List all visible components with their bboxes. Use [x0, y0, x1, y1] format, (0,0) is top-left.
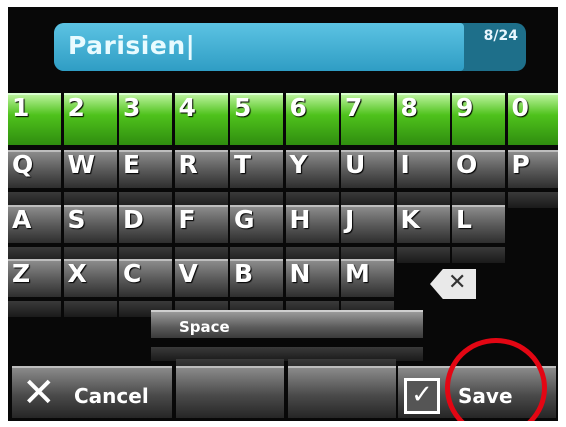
key-q[interactable]: Q [8, 150, 61, 188]
key-k[interactable]: K [396, 205, 450, 243]
key-y[interactable]: Y [285, 150, 339, 188]
key-v[interactable]: V [174, 259, 228, 297]
key-6[interactable]: 6 [285, 93, 339, 145]
key-i[interactable]: I [396, 150, 450, 188]
key-label: 1 [12, 93, 30, 122]
key-label: J [345, 205, 355, 234]
key-label: 7 [345, 93, 363, 122]
key-label: 5 [234, 93, 252, 122]
cancel-label: Cancel [74, 384, 149, 408]
checkbox-icon: ✓ [404, 378, 440, 414]
key-label: W [67, 150, 96, 179]
key-7[interactable]: 7 [341, 93, 394, 145]
key-5[interactable]: 5 [230, 93, 283, 145]
key-shade [8, 301, 61, 317]
key-label: Z [12, 259, 31, 288]
key-label: P [511, 150, 530, 179]
key-label: V [178, 259, 198, 288]
key-j[interactable]: J [341, 205, 394, 243]
save-highlight-circle [445, 338, 547, 421]
key-0[interactable]: 0 [507, 93, 558, 145]
key-label: 3 [123, 93, 141, 122]
key-label: 0 [511, 93, 529, 122]
key-u[interactable]: U [341, 150, 394, 188]
key-shade [507, 192, 558, 208]
backspace-button[interactable]: ✕ [398, 269, 508, 299]
key-label: X [67, 259, 87, 288]
backspace-icon: ✕ [430, 269, 476, 299]
key-label: S [67, 205, 86, 234]
key-label: D [123, 205, 144, 234]
key-label: N [289, 259, 311, 288]
key-label: Y [289, 150, 308, 179]
key-b[interactable]: B [230, 259, 283, 297]
key-m[interactable]: M [341, 259, 394, 297]
key-label: O [456, 150, 478, 179]
key-shade [63, 301, 117, 317]
key-2[interactable]: 2 [63, 93, 117, 145]
key-label: Q [12, 150, 34, 179]
key-shade [396, 247, 450, 263]
key-label: K [400, 205, 420, 234]
key-label: R [178, 150, 198, 179]
key-l[interactable]: L [452, 205, 505, 243]
space-label: Space [179, 318, 230, 336]
key-n[interactable]: N [285, 259, 339, 297]
close-icon: ✕ [22, 370, 56, 416]
key-label: G [234, 205, 255, 234]
key-label: C [123, 259, 142, 288]
key-e[interactable]: E [119, 150, 172, 188]
key-4[interactable]: 4 [174, 93, 228, 145]
key-label: 4 [178, 93, 196, 122]
key-label: 2 [67, 93, 85, 122]
key-8[interactable]: 8 [396, 93, 450, 145]
key-label: F [178, 205, 196, 234]
key-label: 6 [289, 93, 307, 122]
name-input-value: Parisien| [68, 31, 196, 60]
key-o[interactable]: O [452, 150, 505, 188]
key-label: A [12, 205, 32, 234]
key-label: B [234, 259, 254, 288]
space-key[interactable]: Space [151, 310, 423, 338]
key-w[interactable]: W [63, 150, 117, 188]
key-label: 9 [456, 93, 474, 122]
key-c[interactable]: C [119, 259, 172, 297]
key-shade [452, 247, 505, 263]
key-label: 8 [400, 93, 418, 122]
name-input[interactable]: Parisien| [54, 23, 464, 71]
key-x[interactable]: X [63, 259, 117, 297]
key-d[interactable]: D [119, 205, 172, 243]
cancel-button[interactable]: ✕ Cancel [12, 366, 172, 418]
key-label: H [289, 205, 311, 234]
key-label: U [345, 150, 366, 179]
key-g[interactable]: G [230, 205, 283, 243]
key-f[interactable]: F [174, 205, 228, 243]
key-a[interactable]: A [8, 205, 61, 243]
key-9[interactable]: 9 [452, 93, 505, 145]
key-3[interactable]: 3 [119, 93, 172, 145]
key-h[interactable]: H [285, 205, 339, 243]
key-label: I [400, 150, 410, 179]
key-label: T [234, 150, 252, 179]
key-r[interactable]: R [174, 150, 228, 188]
key-s[interactable]: S [63, 205, 117, 243]
key-label: L [456, 205, 472, 234]
character-counter: 8/24 [483, 28, 518, 44]
key-z[interactable]: Z [8, 259, 61, 297]
blank-button [288, 366, 396, 418]
key-p[interactable]: P [507, 150, 558, 188]
keyboard-screen: 8/24 Parisien| 1 2 3 4 5 6 7 8 9 0 Q WE R T Y U I O P A S D F G… [8, 7, 558, 421]
key-label: E [123, 150, 141, 179]
key-t[interactable]: T [230, 150, 283, 188]
blank-button [176, 366, 284, 418]
key-1[interactable]: 1 [8, 93, 61, 145]
key-label: M [345, 259, 370, 288]
